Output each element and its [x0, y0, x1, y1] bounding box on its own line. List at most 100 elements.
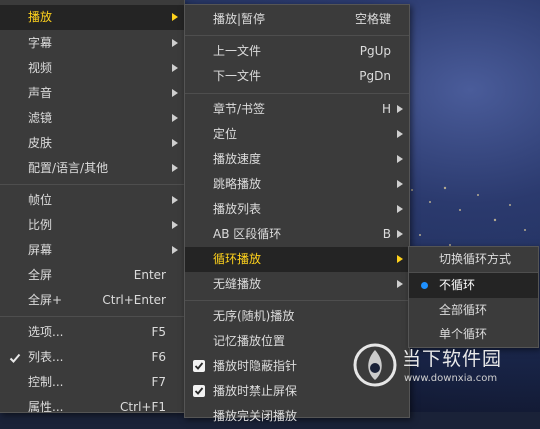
submenu-arrow-icon: [172, 89, 178, 97]
menu-item-chapters[interactable]: 章节/书签 H: [185, 97, 409, 122]
menu-item-label: 帧位: [28, 193, 53, 207]
menu-item-label: 屏幕: [28, 243, 53, 257]
menu-item-label: 字幕: [28, 36, 53, 50]
menu-item-label: 播放列表: [213, 202, 262, 216]
menu-item-label: AB 区段循环: [213, 227, 282, 241]
menu-item-subtitle[interactable]: 字幕: [0, 31, 184, 56]
submenu-arrow-icon: [172, 13, 178, 21]
menu-item-audio[interactable]: 声音: [0, 81, 184, 106]
menu-item-screen[interactable]: 屏幕: [0, 238, 184, 263]
menu-item-label: 播放: [28, 10, 53, 24]
menu-separator: [0, 316, 184, 317]
shortcut-label: PgUp: [359, 44, 391, 58]
menu-item-properties[interactable]: 属性... Ctrl+F1: [0, 395, 184, 420]
shortcut-label: 空格键: [354, 12, 391, 26]
shortcut-label: Ctrl+Enter: [102, 293, 166, 307]
menu-item-prev-file[interactable]: 上一文件 PgUp: [185, 39, 409, 64]
menu-item-label: 记忆播放位置: [213, 334, 286, 348]
menu-item-playlist[interactable]: 播放列表: [185, 197, 409, 222]
menu-item-next-file[interactable]: 下一文件 PgDn: [185, 64, 409, 89]
menu-item-control[interactable]: 控制... F7: [0, 370, 184, 395]
submenu-arrow-icon: [172, 114, 178, 122]
submenu-arrow-icon: [397, 155, 403, 163]
menu-item-ratio[interactable]: 比例: [0, 213, 184, 238]
loop-submenu: 切换循环方式 不循环 全部循环 单个循环: [408, 246, 539, 348]
menu-item-fullscreen-plus[interactable]: 全屏+ Ctrl+Enter: [0, 288, 184, 313]
menu-item-label: 播放|暂停: [213, 12, 266, 26]
menu-item-play[interactable]: 播放: [0, 5, 184, 30]
checkmark-icon: [8, 351, 21, 364]
submenu-arrow-icon: [172, 221, 178, 229]
submenu-arrow-icon: [172, 164, 178, 172]
submenu-arrow-icon: [397, 280, 403, 288]
menu-item-label: 章节/书签: [213, 102, 266, 116]
checkbox-checked-icon: [193, 385, 205, 397]
menu-item-close-after[interactable]: 播放完关闭播放: [185, 404, 409, 429]
menu-item-label: 跳略播放: [213, 177, 262, 191]
radio-selected-icon: [421, 282, 428, 289]
menu-item-label: 选项...: [28, 325, 64, 339]
shortcut-label: Enter: [133, 268, 166, 282]
submenu-arrow-icon: [172, 196, 178, 204]
menu-item-label: 比例: [28, 218, 53, 232]
menu-item-label: 列表...: [28, 350, 64, 364]
menu-item-list[interactable]: 列表... F6: [0, 345, 184, 370]
menu-item-gapless[interactable]: 无缝播放: [185, 272, 409, 297]
menu-item-loop-all[interactable]: 全部循环: [409, 298, 538, 323]
menu-item-label: 视频: [28, 61, 53, 75]
menu-item-play-pause[interactable]: 播放|暂停 空格键: [185, 7, 409, 32]
submenu-arrow-icon: [172, 139, 178, 147]
menu-item-ab-loop[interactable]: AB 区段循环 B: [185, 222, 409, 247]
menu-item-config[interactable]: 配置/语言/其他: [0, 156, 184, 181]
submenu-arrow-icon: [172, 64, 178, 72]
submenu-arrow-icon: [397, 230, 403, 238]
menu-item-label: 上一文件: [213, 44, 262, 58]
submenu-arrow-icon: [397, 105, 403, 113]
submenu-arrow-icon: [172, 246, 178, 254]
menu-separator: [0, 184, 184, 185]
menu-item-label: 声音: [28, 86, 53, 100]
menu-item-label: 不循环: [439, 278, 476, 292]
menu-item-skin[interactable]: 皮肤: [0, 131, 184, 156]
menu-item-video[interactable]: 视频: [0, 56, 184, 81]
shortcut-label: F6: [151, 350, 166, 364]
menu-item-filter[interactable]: 滤镜: [0, 106, 184, 131]
shortcut-label: F7: [151, 375, 166, 389]
menu-item-label: 全部循环: [439, 303, 488, 317]
menu-item-label: 全屏: [28, 268, 53, 282]
menu-item-label: 播放时隐蔽指针: [213, 359, 298, 373]
menu-item-label: 全屏+: [28, 293, 63, 307]
menu-item-shuffle[interactable]: 无序(随机)播放: [185, 304, 409, 329]
menu-item-label: 切换循环方式: [439, 252, 512, 266]
shortcut-label: Ctrl+F1: [120, 400, 166, 414]
menu-separator: [185, 300, 409, 301]
menu-item-skip[interactable]: 跳略播放: [185, 172, 409, 197]
submenu-arrow-icon: [397, 130, 403, 138]
watermark-url: www.downxia.com: [404, 373, 498, 384]
menu-separator: [185, 35, 409, 36]
main-context-menu: 播放 字幕 视频 声音 滤镜 皮肤 配置/语言/其他 帧位 比例 屏幕 全屏 En…: [0, 0, 185, 414]
submenu-arrow-icon: [397, 180, 403, 188]
submenu-arrow-icon: [172, 39, 178, 47]
watermark-brand: 当下软件园: [402, 348, 503, 370]
menu-item-label: 滤镜: [28, 111, 53, 125]
menu-item-label: 下一文件: [213, 69, 262, 83]
shortcut-label: PgDn: [359, 69, 391, 83]
menu-item-label: 播放时禁止屏保: [213, 384, 298, 398]
menu-item-loop-play[interactable]: 循环播放: [185, 247, 409, 272]
menu-item-speed[interactable]: 播放速度: [185, 147, 409, 172]
downxia-logo-icon: [353, 343, 397, 387]
menu-item-label: 播放速度: [213, 152, 262, 166]
menu-item-frame[interactable]: 帧位: [0, 188, 184, 213]
menu-item-seek[interactable]: 定位: [185, 122, 409, 147]
submenu-arrow-icon: [397, 255, 403, 263]
menu-item-toggle-loop[interactable]: 切换循环方式: [409, 247, 538, 272]
menu-item-label: 循环播放: [213, 252, 262, 266]
menu-item-options[interactable]: 选项... F5: [0, 320, 184, 345]
menu-item-label: 配置/语言/其他: [28, 161, 109, 175]
menu-item-no-loop[interactable]: 不循环: [409, 273, 538, 298]
menu-item-fullscreen[interactable]: 全屏 Enter: [0, 263, 184, 288]
shortcut-label: B: [382, 227, 391, 241]
menu-item-label: 播放完关闭播放: [213, 409, 298, 423]
menu-separator: [185, 93, 409, 94]
